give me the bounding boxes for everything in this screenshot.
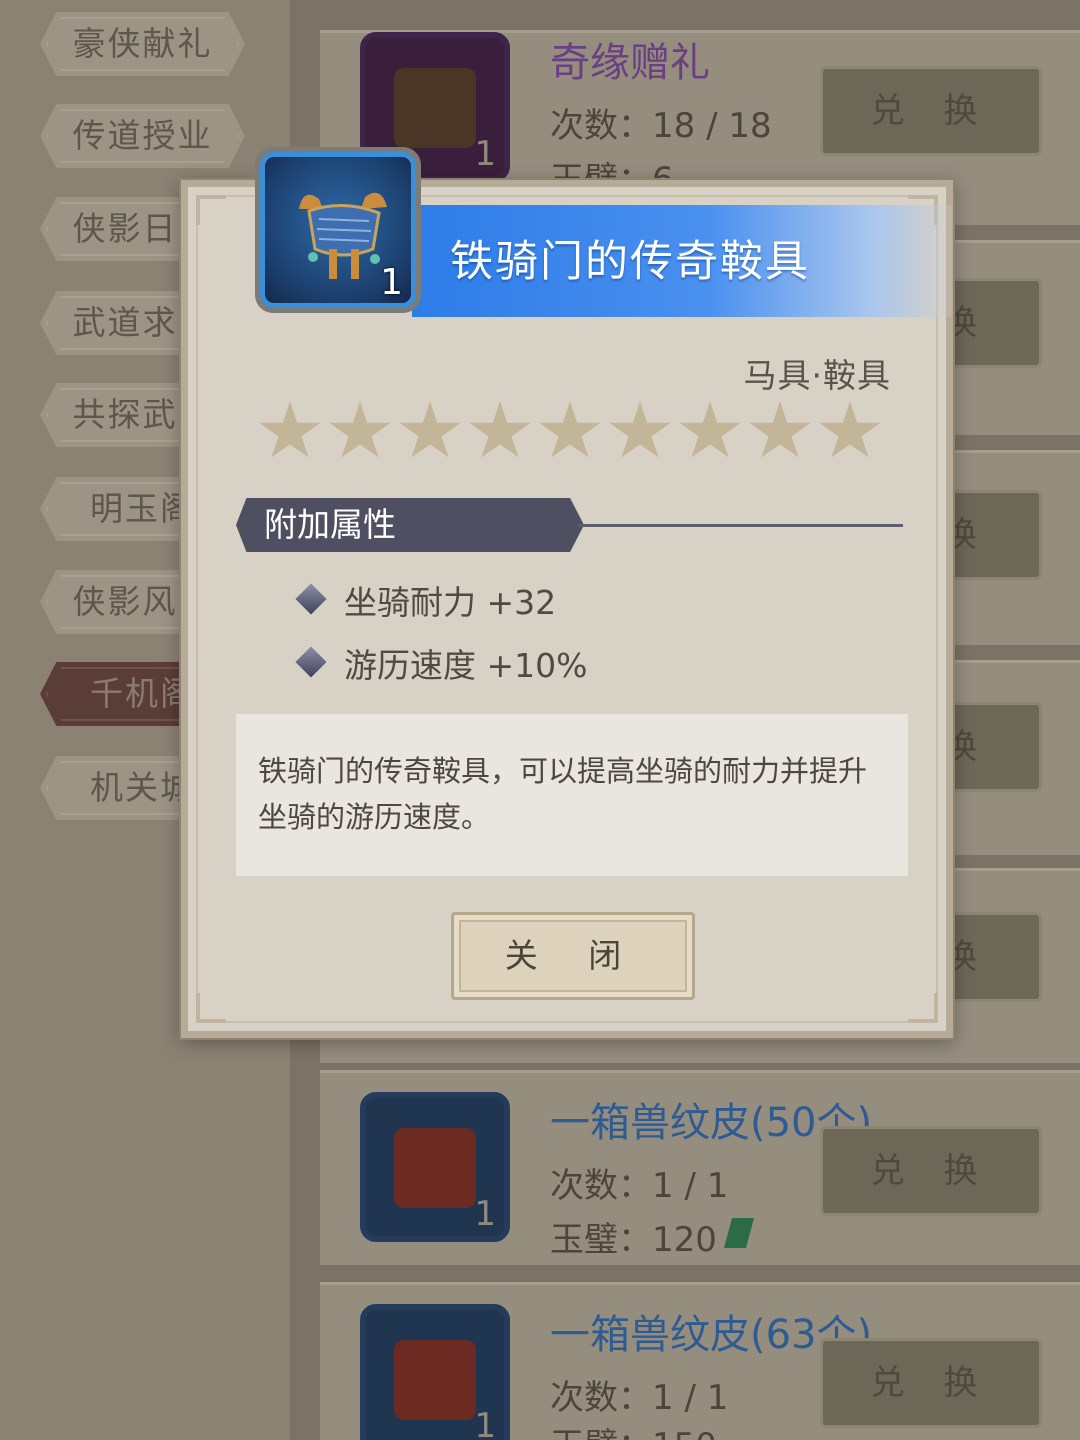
attribute-text: 游历速度 +10% [344, 646, 588, 685]
nav-tab[interactable]: 传道授业 [40, 104, 245, 168]
item-description: 铁骑门的传奇鞍具，可以提高坐骑的耐力并提升坐骑的游历速度。 [236, 714, 908, 876]
section-header: 附加属性 [236, 498, 584, 552]
item-name: 铁骑门的传奇鞍具 [450, 237, 810, 287]
close-button[interactable]: 关 闭 [451, 912, 695, 1000]
item-quantity: 1 [474, 1406, 496, 1440]
corner-ornament [196, 993, 226, 1023]
star-icon [539, 401, 601, 458]
exchange-button[interactable]: 兑 换 [820, 66, 1042, 156]
attribute-text: 坐骑耐力 +32 [344, 583, 557, 622]
item-detail-modal: 铁骑门的传奇鞍具 1 马具·鞍具 附加属性 坐骑耐力 +32 游历速度 +10%… [181, 147, 953, 1038]
star-icon [819, 401, 881, 458]
item-price: 玉璧：150 [550, 1418, 717, 1440]
corner-ornament [908, 993, 938, 1023]
item-count: 次数：18 / 18 [550, 106, 772, 146]
item-title: 奇缘赠礼 [550, 40, 710, 86]
star-icon [259, 401, 321, 458]
exchange-button[interactable]: 兑 换 [820, 1338, 1042, 1428]
chest-icon [394, 1128, 476, 1208]
item-icon-frame: 1 [255, 147, 421, 313]
corner-ornament [196, 195, 226, 225]
item-count: 次数：1 / 1 [550, 1378, 729, 1418]
star-rating [258, 401, 898, 471]
star-icon [609, 401, 671, 458]
item-icon[interactable]: 1 [360, 1304, 510, 1440]
item-count: 次数：1 / 1 [550, 1166, 729, 1206]
star-icon [399, 401, 461, 458]
item-icon[interactable]: 1 [360, 1092, 510, 1242]
star-icon [469, 401, 531, 458]
exchange-button[interactable]: 兑 换 [820, 1126, 1042, 1216]
chest-icon [394, 68, 476, 148]
item-price: 玉璧：120 [550, 1220, 717, 1260]
nav-tab[interactable]: 豪侠献礼 [40, 12, 245, 76]
item-quantity: 1 [380, 262, 403, 303]
star-icon [749, 401, 811, 458]
star-icon [329, 401, 391, 458]
star-icon [679, 401, 741, 458]
chest-icon [394, 1340, 476, 1420]
divider [578, 524, 903, 527]
item-quantity: 1 [474, 134, 496, 174]
item-quantity: 1 [474, 1194, 496, 1234]
item-category: 马具·鞍具 [743, 356, 891, 395]
